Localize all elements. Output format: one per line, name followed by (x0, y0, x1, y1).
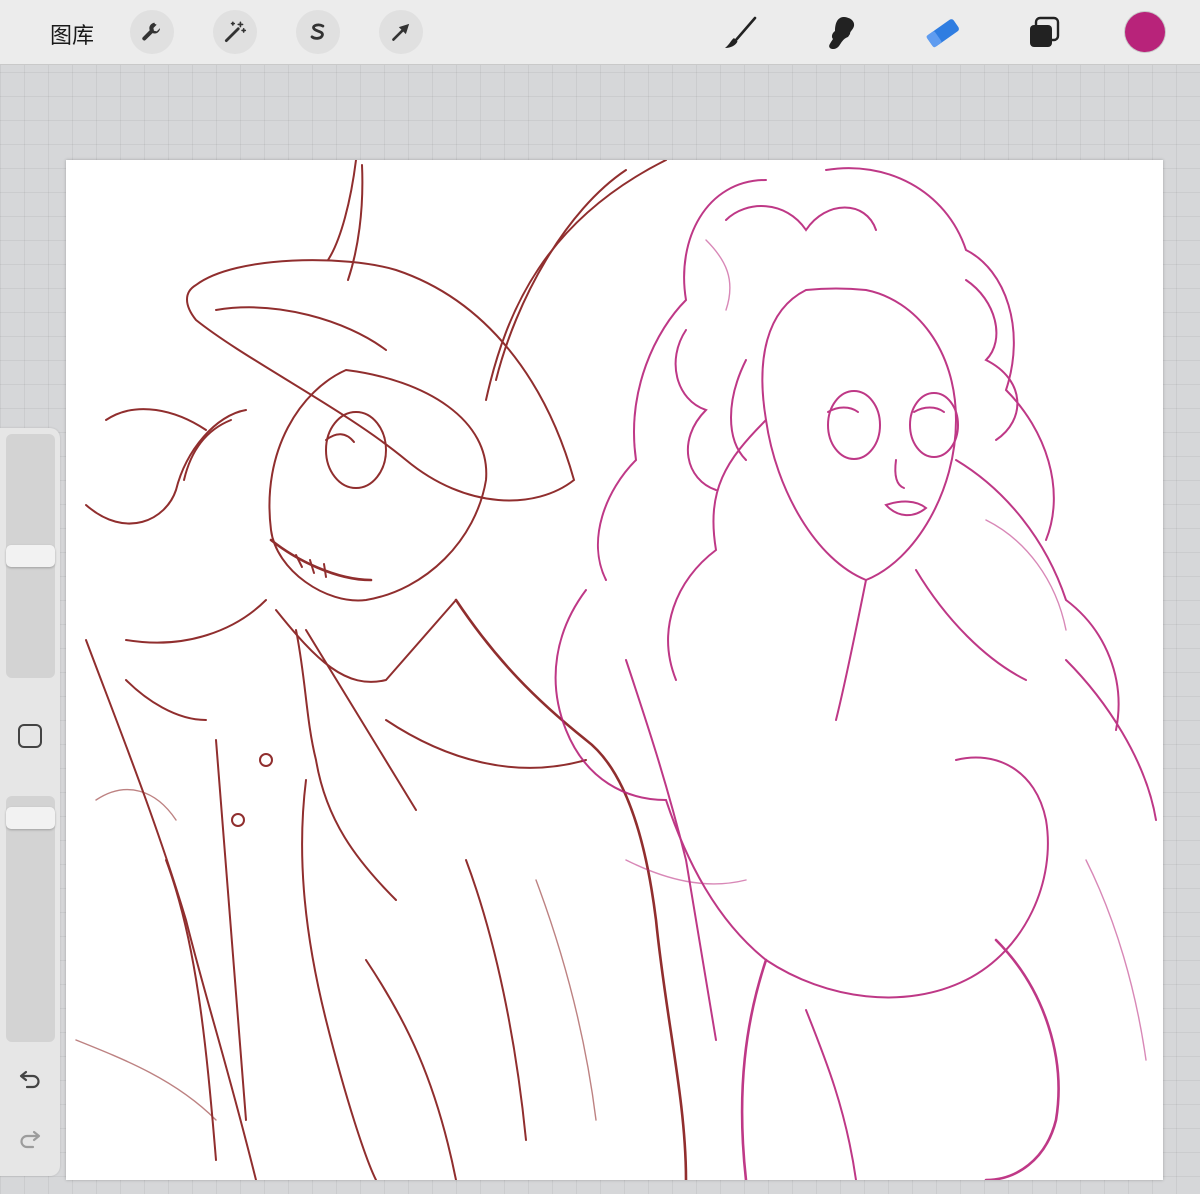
arrow-cursor-icon (392, 23, 410, 41)
sketch-artwork (75, 160, 1157, 1180)
opacity-slider[interactable] (6, 796, 55, 1042)
redo-icon (20, 1130, 41, 1149)
top-toolbar: 图库 (0, 0, 1200, 65)
smudge-button[interactable] (822, 12, 864, 54)
undo-button[interactable] (14, 1062, 46, 1094)
opacity-thumb[interactable] (6, 807, 55, 830)
brush-size-thumb[interactable] (6, 545, 55, 567)
left-sidebar (0, 428, 60, 1176)
sketch-left-figure (75, 160, 688, 1180)
selection-s-icon (310, 23, 325, 40)
wrench-icon (142, 22, 161, 41)
redo-button[interactable] (14, 1122, 46, 1154)
smudge-icon (829, 17, 855, 50)
sketch-right-figure (554, 167, 1157, 1180)
color-picker-button[interactable] (1125, 12, 1165, 52)
eraser-icon (926, 19, 959, 48)
magic-wand-icon (224, 21, 247, 43)
brush-icon (725, 16, 757, 48)
layers-icon (1030, 16, 1060, 47)
undo-icon (19, 1070, 40, 1089)
drawing-canvas[interactable] (66, 160, 1163, 1180)
adjustments-button[interactable] (213, 10, 257, 54)
transform-button[interactable] (379, 10, 423, 54)
eraser-button[interactable] (922, 12, 964, 54)
actions-button[interactable] (130, 10, 174, 54)
selection-button[interactable] (296, 10, 340, 54)
modify-square-icon (18, 724, 42, 748)
brush-button[interactable] (720, 12, 762, 54)
gallery-button[interactable]: 图库 (50, 18, 94, 50)
layers-button[interactable] (1023, 12, 1065, 54)
modify-button[interactable] (14, 720, 46, 752)
